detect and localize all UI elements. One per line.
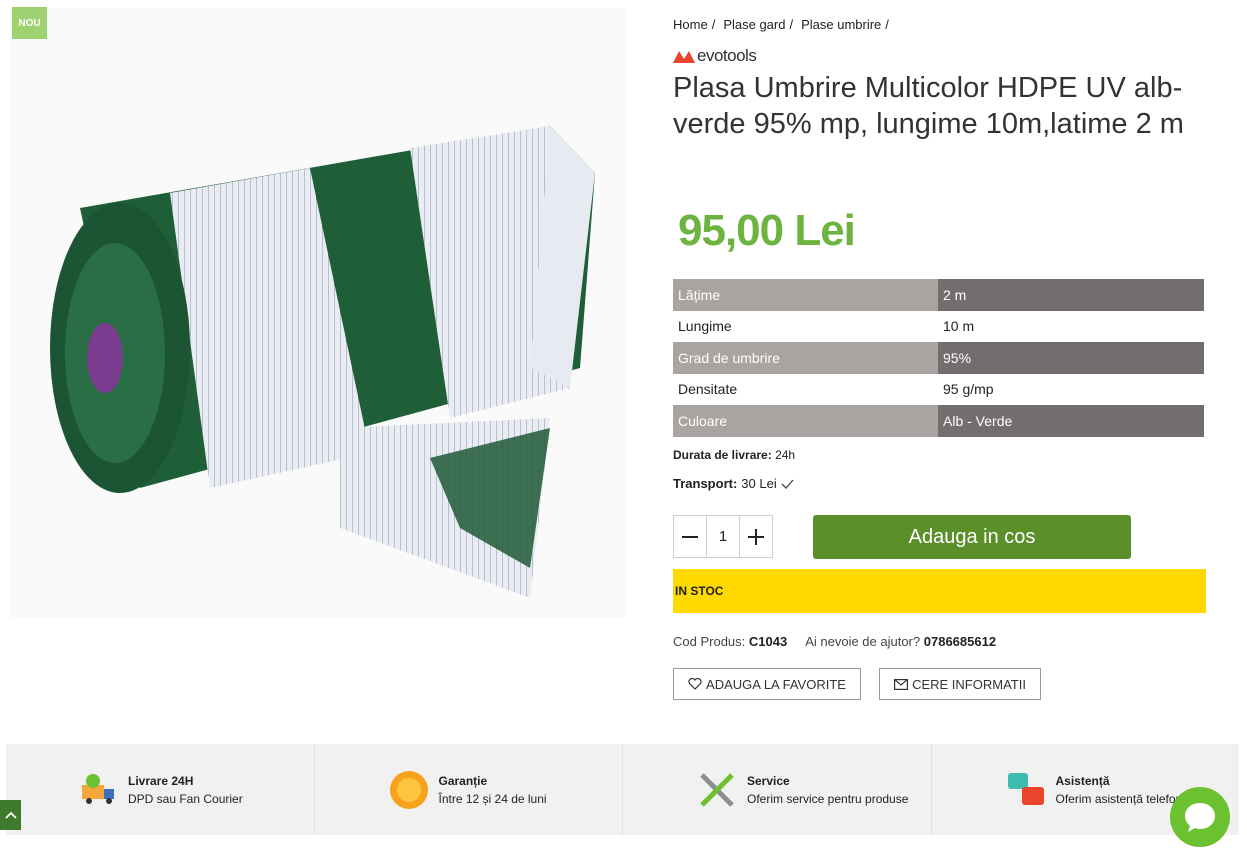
spec-row: Lungime 10 m <box>673 310 1204 342</box>
tools-icon <box>700 772 734 807</box>
spec-row: Lățime 2 m <box>673 279 1204 311</box>
feature-delivery: Livrare 24H DPD sau Fan Courier <box>6 744 315 835</box>
heart-icon <box>688 678 702 690</box>
help-phone[interactable]: 0786685612 <box>924 634 996 649</box>
envelope-icon <box>894 678 909 690</box>
spec-value: 2 m <box>938 279 1204 311</box>
product-code-value: C1043 <box>748 634 788 649</box>
chat-widget-button[interactable] <box>1170 787 1230 847</box>
feature-subtitle: DPD sau Fan Courier <box>128 791 243 806</box>
breadcrumb-plase-gard[interactable]: Plase gard <box>723 17 785 32</box>
spec-key: Lățime <box>673 279 938 311</box>
breadcrumb: Home / Plase gard / Plase umbrire / <box>673 17 889 32</box>
spec-row: Densitate 95 g/mp <box>673 373 1204 405</box>
spec-row: Grad de umbrire 95% <box>673 342 1204 374</box>
breadcrumb-plase-umbrire[interactable]: Plase umbrire <box>801 17 881 32</box>
spec-row: Culoare Alb - Verde <box>673 405 1204 437</box>
delivery-value: 24h <box>775 448 796 462</box>
delivery-truck-icon <box>82 773 114 804</box>
add-to-cart-button[interactable]: Adauga in cos <box>813 515 1131 559</box>
feature-warranty: Garanție Între 12 și 24 de luni <box>315 744 623 835</box>
add-to-favorites-label: ADAUGA LA FAVORITE <box>706 676 846 692</box>
feature-title: Asistență <box>1055 773 1110 788</box>
decrease-quantity-button[interactable] <box>674 516 706 557</box>
stock-status: IN STOC <box>673 569 1206 613</box>
brand-logo[interactable]: evotools <box>673 46 757 66</box>
add-to-favorites-button[interactable]: ADAUGA LA FAVORITE <box>673 668 861 700</box>
specs-table: Lățime 2 m Lungime 10 m Grad de umbrire … <box>673 279 1204 437</box>
spec-key: Densitate <box>673 373 938 405</box>
product-price: 95,00 Lei <box>678 206 856 255</box>
minus-icon <box>682 535 698 538</box>
feature-subtitle: Între 12 și 24 de luni <box>438 791 547 806</box>
feature-service: Service Oferim service pentru produse <box>623 744 932 835</box>
request-info-button[interactable]: CERE INFORMATII <box>879 668 1041 700</box>
product-code-label: Cod Produs: <box>673 634 746 649</box>
request-info-label: CERE INFORMATII <box>912 676 1026 692</box>
chat-bubbles-icon <box>1007 772 1044 805</box>
quantity-input[interactable]: 1 <box>706 516 740 557</box>
brand-name: evotools <box>697 46 757 65</box>
breadcrumb-home[interactable]: Home <box>673 17 708 32</box>
spec-value: Alb - Verde <box>938 405 1204 437</box>
spec-value: 95 g/mp <box>938 373 1204 405</box>
delivery-label: Durata de livrare: <box>673 448 772 462</box>
feature-title: Service <box>747 773 790 788</box>
increase-quantity-button[interactable] <box>740 516 772 557</box>
feature-title: Livrare 24H <box>128 773 194 788</box>
check-icon <box>781 479 794 489</box>
spec-key: Lungime <box>673 310 938 342</box>
spec-key: Grad de umbrire <box>673 342 938 374</box>
shade-net-roll-image <box>50 126 595 598</box>
help-line: Ai nevoie de ajutor? 0786685612 <box>805 634 996 649</box>
chevron-up-icon <box>4 811 17 819</box>
transport-value: 30 Lei <box>741 476 777 491</box>
delivery-time: Durata de livrare: 24h <box>673 448 795 462</box>
product-code-line: Cod Produs: C1043 Ai nevoie de ajutor? 0… <box>673 634 996 649</box>
spec-key: Culoare <box>673 405 938 437</box>
product-image[interactable] <box>10 8 625 618</box>
chat-icon <box>1185 803 1215 832</box>
plus-icon <box>748 528 764 545</box>
warranty-badge-icon <box>389 770 428 809</box>
feature-subtitle: Oferim service pentru produse <box>747 791 909 806</box>
help-label: Ai nevoie de ajutor? <box>805 634 921 649</box>
transport-cost: Transport: 30 Lei <box>673 476 794 491</box>
transport-label: Transport: <box>673 476 738 491</box>
product-code: Cod Produs: C1043 <box>673 634 787 649</box>
features-strip: Livrare 24H DPD sau Fan Courier Garanție… <box>6 744 1239 835</box>
feature-title: Garanție <box>438 773 488 788</box>
quantity-stepper: 1 <box>673 515 773 558</box>
product-title: Plasa Umbrire Multicolor HDPE UV alb-ver… <box>673 72 1184 140</box>
new-badge: NOU <box>12 7 47 39</box>
evotools-logo-icon <box>673 51 695 63</box>
spec-value: 10 m <box>938 310 1204 342</box>
scroll-to-top-button[interactable] <box>0 800 21 830</box>
spec-value: 95% <box>938 342 1204 374</box>
